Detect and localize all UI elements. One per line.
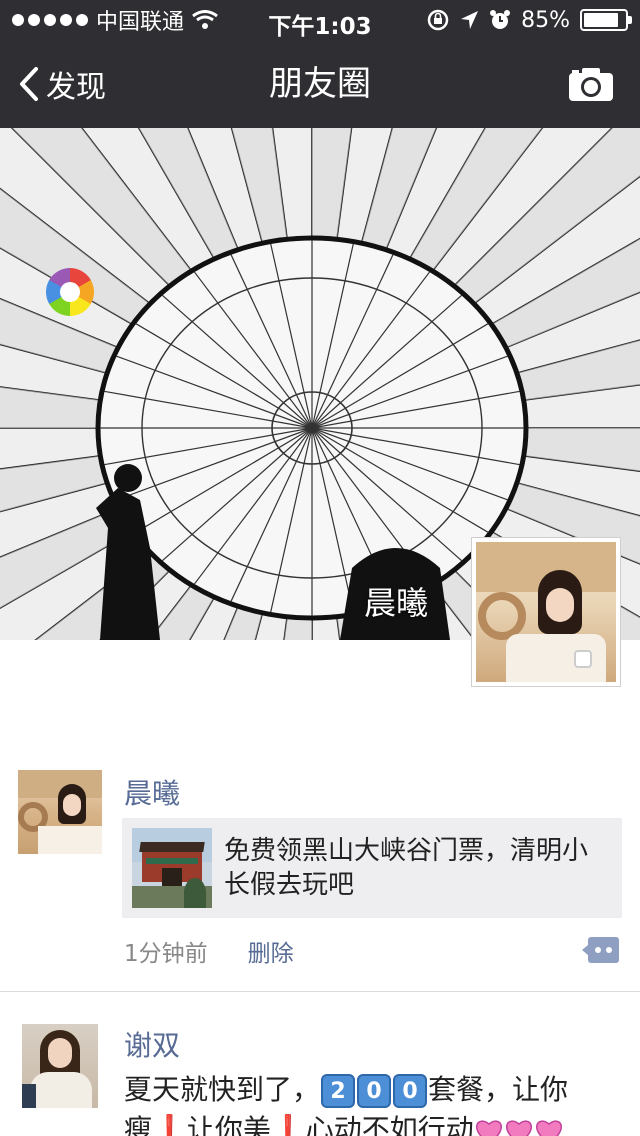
profile-avatar[interactable]: [471, 537, 621, 687]
alarm-icon: [490, 10, 511, 29]
exclamation-emoji: ❗: [152, 1113, 187, 1136]
page-title: 朋友圈: [269, 64, 371, 104]
post-text-part1: 夏天就快到了，: [124, 1073, 321, 1106]
post-text-line2a: 瘦: [124, 1113, 153, 1136]
cover-owner-name: 晨曦: [363, 584, 428, 622]
shared-link-title: 免费领黑山大峡谷门票，清明小长假去玩吧: [224, 836, 589, 900]
lock-rotation-icon: [427, 9, 449, 31]
post-author-name[interactable]: 晨曦: [124, 772, 180, 812]
moment-post: 谢双 夏天就快到了， 2 0 0 套餐，让你 瘦❗让你美❗心动不如行动: [0, 1000, 640, 1136]
number-emoji: 2: [321, 1074, 356, 1108]
shared-link-card[interactable]: 免费领黑山大峡谷门票，清明小长假去玩吧: [122, 818, 622, 918]
shared-link-thumbnail: [132, 828, 212, 908]
post-avatar[interactable]: [18, 770, 102, 854]
post-text-line2b: 让你美: [186, 1113, 271, 1136]
moment-post: 晨曦 免费领黑山大峡谷门票，清明小长假去玩吧 1分钟前 删除: [0, 768, 640, 992]
heart-icon: [475, 1120, 502, 1136]
post-meta: 1分钟前 删除: [124, 934, 294, 968]
location-arrow-icon: [461, 11, 479, 29]
battery-icon: [580, 9, 632, 31]
comment-icon[interactable]: [582, 936, 620, 964]
profile-avatar-image: [476, 542, 616, 682]
post-author-name[interactable]: 谢双: [124, 1024, 180, 1064]
post-time: 1分钟前: [124, 941, 208, 967]
heart-icon: [505, 1120, 532, 1136]
battery-percent: 85%: [521, 7, 570, 33]
camera-icon[interactable]: [568, 66, 614, 102]
post-text-part2: 套餐，让你: [428, 1073, 569, 1106]
number-emoji: 0: [357, 1074, 392, 1108]
lens-logo-icon: [46, 268, 94, 316]
nav-bar: 发现 朋友圈: [0, 40, 640, 128]
battery-fill: [584, 13, 618, 27]
post-avatar[interactable]: [22, 1024, 98, 1108]
heart-icon: [535, 1120, 562, 1136]
number-emoji: 0: [393, 1074, 428, 1108]
post-text: 夏天就快到了， 2 0 0 套餐，让你 瘦❗让你美❗心动不如行动: [124, 1070, 624, 1136]
exclamation-emoji: ❗: [270, 1113, 306, 1136]
delete-button[interactable]: 删除: [248, 934, 294, 968]
status-right: 85%: [427, 7, 632, 33]
post-text-line2c: 心动不如行动: [305, 1113, 474, 1136]
status-bar: 中国联通 下午1:03 85%: [0, 0, 640, 40]
